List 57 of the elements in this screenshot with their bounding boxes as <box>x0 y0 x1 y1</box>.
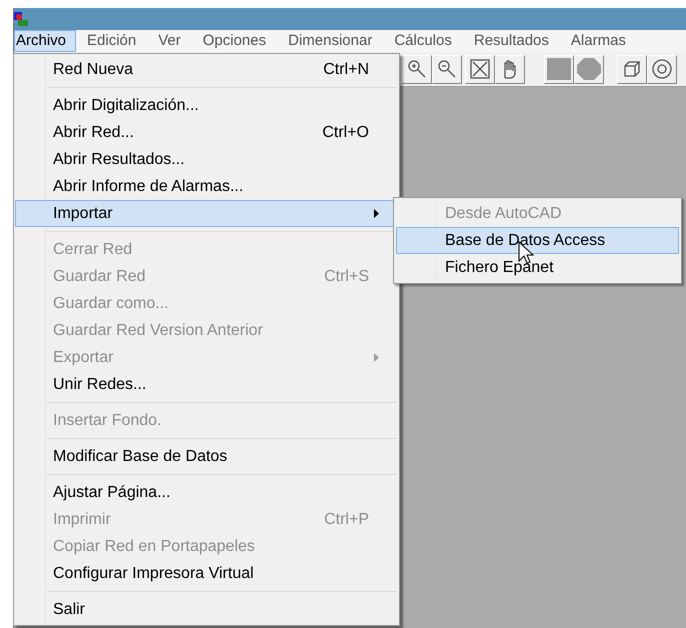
menu-bar-item[interactable]: Alarmas <box>560 30 637 52</box>
menu-item-label: Abrir Red... <box>53 122 134 142</box>
shortcut-label: Ctrl+N <box>323 60 369 80</box>
menu-item-label: Ajustar Página... <box>53 482 170 502</box>
menu-item-label: Abrir Resultados... <box>53 150 185 170</box>
menu-item-label: Abrir Digitalización... <box>53 96 199 116</box>
menu-item[interactable]: Abrir Red... Ctrl+O <box>15 119 398 146</box>
zoom-out-icon <box>436 58 458 80</box>
toolbar-button[interactable] <box>432 54 462 84</box>
menu-item-label: Red Nueva <box>53 60 134 80</box>
menu-item-label: Salir <box>53 600 86 620</box>
menu-item-label: Cerrar Red <box>53 240 132 260</box>
menu-item[interactable]: Modificar Base de Datos <box>15 443 398 470</box>
menu-item[interactable]: Base de Datos Access <box>396 227 679 254</box>
menu-item[interactable]: Salir <box>15 596 398 623</box>
menu-item[interactable]: Ajustar Página... <box>15 479 398 506</box>
menu-item-label: Guardar como... <box>53 294 169 314</box>
menu-item-label: Abrir Informe de Alarmas... <box>53 176 244 196</box>
menu-item-label: Guardar Red Version Anterior <box>53 320 263 340</box>
toolbar-button[interactable] <box>495 54 525 84</box>
octagon-icon <box>576 57 602 81</box>
square-icon <box>546 57 572 81</box>
menu-item-label: Importar <box>53 204 113 224</box>
menu-item[interactable]: Abrir Digitalización... <box>15 92 398 119</box>
menu-bar-item[interactable]: Dimensionar <box>277 30 384 52</box>
toolbar-button[interactable] <box>647 54 677 84</box>
menu-item-label: Imprimir <box>53 510 111 530</box>
menu-item-label: Guardar Red <box>53 266 146 286</box>
menu-item-label: Copiar Red en Portapapeles <box>53 536 255 556</box>
menu-bar-item[interactable]: Archivo <box>14 30 76 52</box>
menu-bar-item[interactable]: Cálculos <box>383 30 463 52</box>
toolbar-button[interactable] <box>544 54 574 84</box>
menu-item[interactable]: Red Nueva Ctrl+N <box>15 56 398 83</box>
menu-item-label: Configurar Impresora Virtual <box>53 564 254 584</box>
menu-item-label: Insertar Fondo. <box>53 410 162 430</box>
menu-item[interactable]: Configurar Impresora Virtual <box>15 560 398 587</box>
app-icon <box>14 12 28 26</box>
shortcut-label: Ctrl+P <box>324 510 369 530</box>
toolbar-button[interactable] <box>574 54 604 84</box>
menu-bar-item[interactable]: Opciones <box>192 30 278 52</box>
menu-item-label: Exportar <box>53 348 114 368</box>
menu-item[interactable]: Abrir Resultados... <box>15 146 398 173</box>
zoom-in-icon <box>406 58 428 80</box>
menu-item[interactable]: Abrir Informe de Alarmas... <box>15 173 398 200</box>
toolbar-button[interactable] <box>402 54 432 84</box>
toolbar-button[interactable] <box>617 54 647 84</box>
menu-bar-item[interactable]: Ver <box>147 30 192 52</box>
shortcut-label: Ctrl+O <box>322 122 369 142</box>
zoom-extents-icon <box>469 58 491 80</box>
toolbar-button[interactable] <box>465 54 495 84</box>
menu-item-label: Modificar Base de Datos <box>53 446 228 466</box>
shortcut-label: Ctrl+S <box>324 266 369 286</box>
menu-bar-item[interactable]: Edición <box>76 30 148 52</box>
menu-bar-item[interactable]: Resultados <box>462 30 560 52</box>
menu-item-label: Unir Redes... <box>53 374 146 394</box>
menu-item[interactable]: Fichero Epanet <box>396 254 679 281</box>
menu-item[interactable]: Unir Redes... <box>15 371 398 398</box>
